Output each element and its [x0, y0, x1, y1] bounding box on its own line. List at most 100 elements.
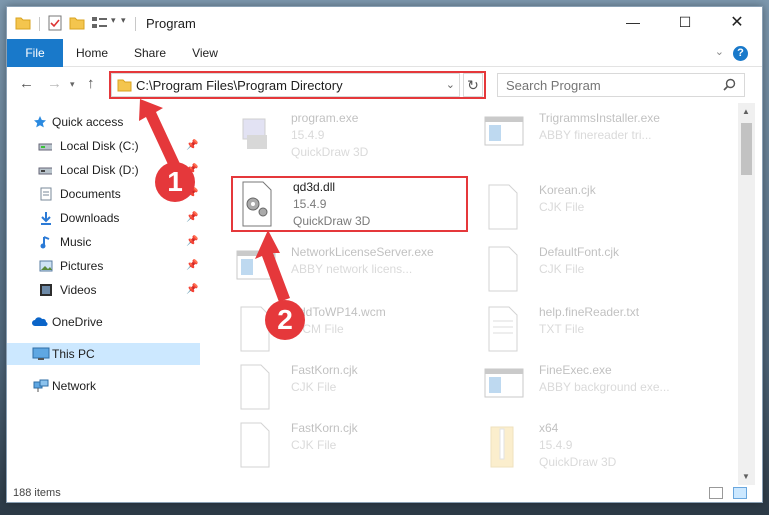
sidebar-item-quick-access[interactable]: Quick access [7, 111, 197, 133]
close-button[interactable]: ✕ [714, 7, 760, 37]
sidebar-item-this-pc[interactable]: This PC [7, 343, 200, 365]
computer-icon [32, 347, 50, 360]
minimize-button[interactable]: — [610, 7, 656, 37]
file-detail: CJK File [539, 262, 585, 276]
generic-file-icon [488, 184, 518, 230]
file-item[interactable]: DefaultFont.cjk CJK File [477, 241, 727, 299]
sidebar-item-label: Documents [60, 187, 121, 201]
pin-icon[interactable]: 📌 [186, 279, 198, 301]
scroll-thumb[interactable] [741, 123, 752, 175]
file-detail: CJK File [291, 380, 337, 394]
file-item[interactable]: NetworkLicenseServer.exe ABBY network li… [229, 241, 479, 299]
details-view-icon[interactable] [709, 487, 723, 499]
file-detail: CJK File [291, 438, 337, 452]
sidebar-item-local-disk-c[interactable]: Local Disk (C:) 📌 [7, 135, 198, 157]
sidebar-item-label: This PC [52, 347, 95, 361]
generic-file-icon [240, 364, 270, 410]
scroll-down-icon[interactable]: ▼ [742, 472, 750, 481]
new-folder-icon[interactable] [69, 15, 85, 31]
help-icon[interactable]: ? [733, 46, 748, 61]
ribbon: File Home Share View ⌄ ? [7, 39, 762, 67]
window-app-icon [236, 250, 276, 280]
file-name: program.exe [291, 111, 359, 125]
item-count: 188 items [13, 487, 61, 499]
downloads-icon [41, 212, 51, 225]
forward-arrow-icon[interactable]: → [47, 75, 62, 92]
chevron-down-icon[interactable]: ▾ [111, 15, 116, 31]
file-item[interactable]: FastKorn.cjk CJK File [229, 359, 479, 417]
large-icons-view-icon[interactable] [733, 487, 747, 499]
sidebar-item-label: Local Disk (C:) [60, 139, 139, 153]
star-icon [34, 116, 46, 128]
pin-icon[interactable]: 📌 [186, 231, 198, 253]
step-2-badge: 2 [265, 300, 305, 340]
file-detail: QuickDraw 3D [291, 145, 369, 159]
scroll-up-icon[interactable]: ▲ [742, 107, 750, 116]
file-detail: TXT File [539, 322, 585, 336]
sidebar-item-videos[interactable]: Videos 📌 [7, 279, 198, 301]
file-item[interactable]: FastKorn.cjk CJK File [229, 417, 479, 475]
zip-folder-icon [490, 426, 514, 468]
search-box[interactable] [497, 73, 745, 97]
search-icon[interactable] [723, 78, 736, 91]
tab-file[interactable]: File [7, 39, 63, 67]
file-list: program.exe 15.4.9 QuickDraw 3D Trigramm… [207, 105, 736, 483]
file-item[interactable]: x64 15.4.9 QuickDraw 3D [477, 417, 727, 475]
sidebar-item-label: Local Disk (D:) [60, 163, 139, 177]
file-name: FineExec.exe [539, 363, 612, 377]
sidebar-item-pictures[interactable]: Pictures 📌 [7, 255, 198, 277]
sidebar-item-label: Quick access [52, 115, 124, 129]
sidebar-item-music[interactable]: Music 📌 [7, 231, 198, 253]
file-name: Korean.cjk [539, 183, 596, 197]
search-input[interactable] [506, 77, 706, 93]
window-title: Program [146, 16, 196, 31]
pin-icon[interactable]: 📌 [186, 135, 198, 157]
generic-file-icon [488, 246, 518, 292]
up-arrow-icon[interactable]: ↑ [87, 75, 95, 92]
customize-toolbar-icon[interactable]: ▾ [121, 15, 126, 31]
file-item-qd3d-dll[interactable]: qd3d.dll 15.4.9 QuickDraw 3D [231, 176, 481, 234]
tab-view[interactable]: View [183, 39, 227, 67]
sidebar-item-network[interactable]: Network [7, 375, 197, 397]
file-name: x64 [539, 421, 559, 435]
folder-icon[interactable] [15, 15, 31, 31]
sidebar-item-downloads[interactable]: Downloads 📌 [7, 207, 198, 229]
expand-ribbon-icon[interactable]: ⌄ [715, 45, 724, 58]
sidebar-item-onedrive[interactable]: OneDrive [7, 311, 197, 333]
file-item[interactable]: FineExec.exe ABBY background exe... [477, 359, 727, 417]
status-bar: 188 items [7, 485, 762, 503]
maximize-button[interactable]: ☐ [662, 7, 708, 37]
selected-file-highlight[interactable]: qd3d.dll 15.4.9 QuickDraw 3D [231, 176, 468, 232]
drive-icon [38, 143, 52, 151]
file-item[interactable]: TrigrammsInstaller.exe ABBY finereader t… [477, 107, 727, 165]
drive-icon [38, 167, 52, 175]
file-detail: CJK File [539, 200, 585, 214]
navigation-bar: ← → ▾ ↑ C:\Program Files\Program Directo… [7, 69, 762, 101]
text-file-icon [488, 306, 518, 352]
file-detail: 15.4.9 [539, 438, 573, 452]
recent-locations-icon[interactable]: ▾ [70, 79, 75, 90]
pin-icon[interactable]: 📌 [186, 207, 198, 229]
back-arrow-icon[interactable]: ← [19, 75, 34, 92]
pin-icon[interactable]: 📌 [186, 255, 198, 277]
tab-home[interactable]: Home [69, 39, 115, 67]
dll-gear-icon [242, 181, 272, 227]
file-item[interactable]: Korean.cjk CJK File [477, 179, 727, 237]
address-highlight-box [109, 71, 486, 99]
vertical-scrollbar[interactable]: ▲ ▼ [738, 103, 755, 485]
tab-share[interactable]: Share [127, 39, 173, 67]
sidebar-item-label: Downloads [60, 211, 120, 225]
file-detail: ABBY network licens... [291, 262, 413, 276]
file-detail: QuickDraw 3D [293, 214, 371, 228]
window-app-icon [484, 116, 524, 146]
file-name: NetworkLicenseServer.exe [291, 245, 434, 259]
file-detail: 15.4.9 [293, 197, 327, 211]
file-detail: QuickDraw 3D [539, 455, 617, 469]
file-item[interactable]: help.fineReader.txt TXT File [477, 301, 727, 359]
explorer-window: ▾ ▾ Program — ☐ ✕ File Home Share View ⌄… [6, 6, 763, 503]
properties-icon[interactable] [47, 15, 63, 31]
file-item[interactable]: program.exe 15.4.9 QuickDraw 3D [229, 107, 479, 165]
view-menu-icon[interactable] [91, 15, 109, 31]
network-icon [33, 379, 49, 392]
sidebar-item-label: Network [52, 379, 97, 393]
